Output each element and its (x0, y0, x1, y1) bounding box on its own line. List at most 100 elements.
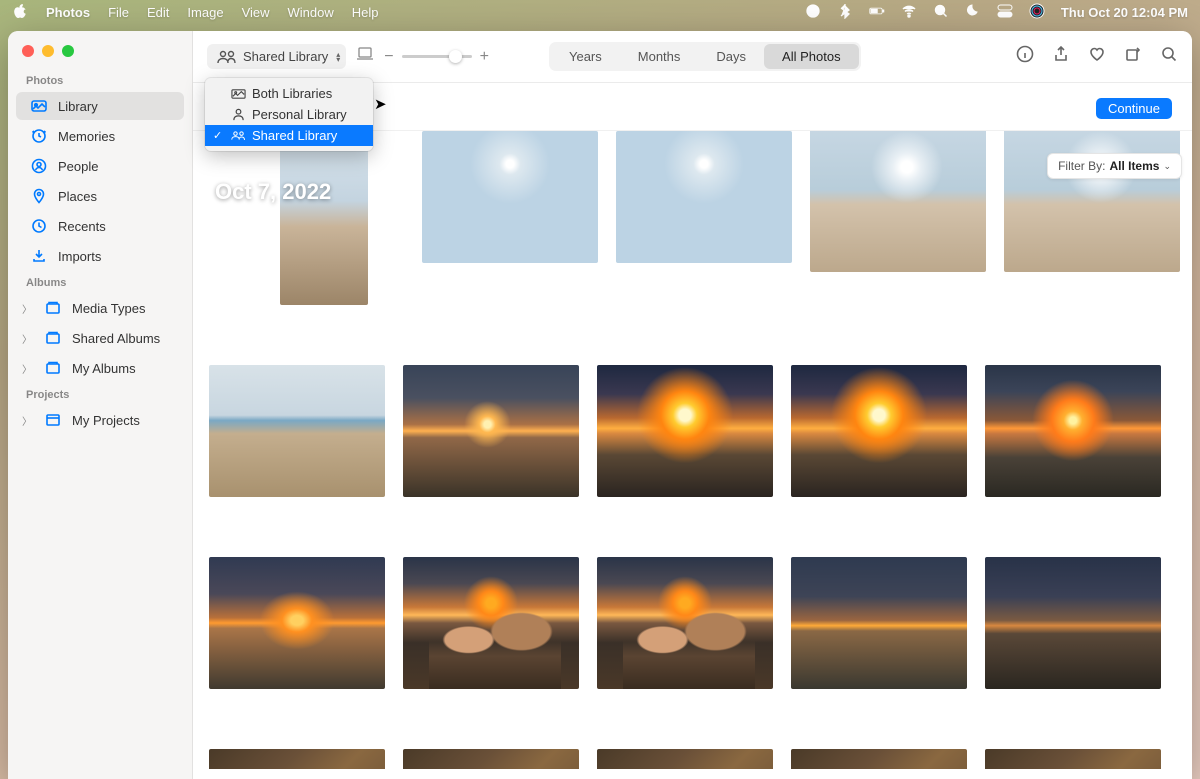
filter-button[interactable]: Filter By: All Items ⌄ (1047, 153, 1182, 179)
photo-thumbnail[interactable] (597, 749, 773, 769)
sidebar-item-imports[interactable]: Imports (16, 242, 184, 270)
menu-help[interactable]: Help (352, 5, 379, 20)
sidebar-section-albums: Albums (8, 271, 192, 293)
dropdown-item-label: Shared Library (252, 128, 337, 143)
device-icon[interactable] (356, 46, 374, 67)
menu-edit[interactable]: Edit (147, 5, 169, 20)
zoom-slider[interactable] (402, 55, 472, 58)
info-icon[interactable] (1016, 45, 1034, 68)
sidebar-item-people[interactable]: People (16, 152, 184, 180)
sidebar-item-my-projects[interactable]: 〉 My Projects (16, 406, 184, 434)
album-icon (44, 329, 62, 347)
library-scope-button[interactable]: Shared Library ▴▾ (207, 44, 346, 69)
apple-menu-icon[interactable] (12, 3, 28, 22)
photo-thumbnail[interactable] (597, 557, 773, 689)
places-icon (30, 187, 48, 205)
fullscreen-button[interactable] (62, 45, 74, 57)
battery-icon[interactable] (869, 3, 885, 22)
sidebar-item-label: Recents (58, 219, 106, 234)
app-name[interactable]: Photos (46, 5, 90, 20)
photo-thumbnail[interactable]: PORTRAIT (403, 749, 579, 769)
photo-thumbnail[interactable] (280, 131, 368, 305)
photo-thumbnail[interactable] (597, 365, 773, 497)
dropdown-item-personal[interactable]: Personal Library (205, 104, 373, 125)
photo-thumbnail[interactable] (791, 749, 967, 769)
menu-file[interactable]: File (108, 5, 129, 20)
imports-icon (30, 247, 48, 265)
share-icon[interactable] (1052, 45, 1070, 68)
rotate-icon[interactable] (1124, 45, 1142, 68)
sidebar-item-places[interactable]: Places (16, 182, 184, 210)
sidebar-item-label: Shared Albums (72, 331, 160, 346)
photo-thumbnail[interactable] (791, 557, 967, 689)
bluetooth-icon[interactable] (837, 3, 853, 22)
chevron-right-icon: 〉 (22, 331, 34, 346)
check-icon: ✓ (213, 129, 225, 142)
date-label: Oct 7, 2022 (215, 179, 331, 205)
zoom-in-button[interactable]: + (480, 48, 489, 66)
photo-thumbnail[interactable] (985, 557, 1161, 689)
photo-grid: Oct 7, 2022 Filter By: All Items ⌄ (193, 131, 1192, 779)
segment-all-photos[interactable]: All Photos (764, 44, 859, 69)
photo-thumbnail[interactable] (985, 749, 1161, 769)
dnd-icon[interactable] (965, 3, 981, 22)
sidebar-item-label: My Albums (72, 361, 136, 376)
chevron-right-icon: 〉 (22, 301, 34, 316)
zoom-out-button[interactable]: − (384, 48, 393, 66)
sidebar-item-label: People (58, 159, 98, 174)
photo-thumbnail[interactable] (209, 749, 385, 769)
sidebar-section-projects: Projects (8, 383, 192, 405)
dropdown-item-both[interactable]: Both Libraries (205, 83, 373, 104)
dropdown-item-shared[interactable]: ✓ Shared Library (205, 125, 373, 146)
photo-thumbnail[interactable] (209, 365, 385, 497)
photos-window: Photos Library Memories People Places Re… (8, 31, 1192, 779)
photo-thumbnail[interactable] (791, 365, 967, 497)
sidebar-section-photos: Photos (8, 69, 192, 91)
cursor-icon: ➤ (374, 95, 387, 113)
memories-icon (30, 127, 48, 145)
dropdown-item-label: Personal Library (252, 107, 347, 122)
traffic-lights (8, 41, 192, 69)
close-button[interactable] (22, 45, 34, 57)
menu-window[interactable]: Window (288, 5, 334, 20)
sidebar-item-recents[interactable]: Recents (16, 212, 184, 240)
zoom-controls: − + (384, 48, 489, 66)
menubar-datetime[interactable]: Thu Oct 20 12:04 PM (1061, 5, 1188, 20)
photo-thumbnail[interactable] (616, 131, 792, 263)
sidebar-item-label: Media Types (72, 301, 145, 316)
sidebar: Photos Library Memories People Places Re… (8, 31, 193, 779)
wifi-icon[interactable] (901, 3, 917, 22)
segment-days[interactable]: Days (698, 44, 764, 69)
sidebar-item-label: Imports (58, 249, 101, 264)
control-center-icon[interactable] (997, 3, 1013, 22)
segment-months[interactable]: Months (620, 44, 699, 69)
album-icon (44, 299, 62, 317)
timemachine-icon[interactable] (805, 3, 821, 22)
toolbar: Shared Library ▴▾ − + Years Months Days … (193, 31, 1192, 83)
search-icon[interactable] (1160, 45, 1178, 68)
photo-thumbnail[interactable] (810, 131, 986, 272)
continue-button[interactable]: Continue (1096, 98, 1172, 119)
photo-thumbnail[interactable] (403, 557, 579, 689)
menu-view[interactable]: View (242, 5, 270, 20)
people-pair-icon (217, 50, 237, 64)
sidebar-item-library[interactable]: Library (16, 92, 184, 120)
sidebar-item-shared-albums[interactable]: 〉 Shared Albums (16, 324, 184, 352)
photo-thumbnail[interactable] (209, 557, 385, 689)
sidebar-item-media-types[interactable]: 〉 Media Types (16, 294, 184, 322)
segment-years[interactable]: Years (551, 44, 620, 69)
album-icon (44, 359, 62, 377)
photo-thumbnail[interactable] (985, 365, 1161, 497)
photo-thumbnail[interactable] (422, 131, 598, 263)
sidebar-item-memories[interactable]: Memories (16, 122, 184, 150)
sidebar-item-my-albums[interactable]: 〉 My Albums (16, 354, 184, 382)
minimize-button[interactable] (42, 45, 54, 57)
favorite-icon[interactable] (1088, 45, 1106, 68)
menubar: Photos File Edit Image View Window Help … (0, 0, 1200, 24)
spotlight-icon[interactable] (933, 3, 949, 22)
chevron-down-icon: ⌄ (1163, 161, 1171, 172)
siri-icon[interactable] (1029, 3, 1045, 22)
photo-thumbnail[interactable] (403, 365, 579, 497)
menu-image[interactable]: Image (187, 5, 223, 20)
project-icon (44, 411, 62, 429)
